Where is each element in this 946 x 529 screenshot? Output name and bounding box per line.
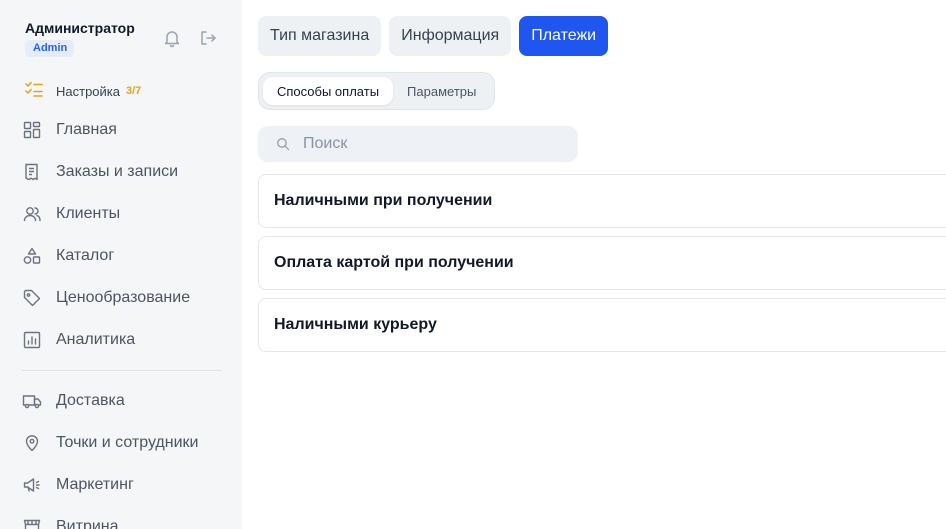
nav-item-marketing[interactable]: Маркетинг <box>22 471 134 499</box>
receipt-icon <box>25 163 38 181</box>
storefront-icon <box>23 519 41 529</box>
logout-icon[interactable] <box>198 28 218 48</box>
truck-icon <box>22 395 42 409</box>
nav-item-storefront[interactable]: Витрина <box>22 513 119 529</box>
megaphone-icon <box>23 478 40 492</box>
checklist-icon <box>24 79 44 104</box>
search-box <box>258 126 578 162</box>
sidebar-divider <box>22 370 222 371</box>
payments-subtabs: Способы оплаты Параметры <box>258 72 496 110</box>
user-block: Администратор Admin <box>25 20 135 57</box>
list-item[interactable]: Наличными при получении <box>258 174 946 228</box>
nav-item-label: Заказы и записи <box>56 163 179 180</box>
payment-methods-list: Наличными при получении Оплата картой пр… <box>258 174 946 360</box>
search-input[interactable] <box>303 135 563 153</box>
nav-item-label: Главная <box>56 121 117 138</box>
nav-item-analytics[interactable]: Аналитика <box>22 326 135 354</box>
shapes-icon <box>23 247 41 264</box>
nav-item-label: Маркетинг <box>56 476 134 493</box>
nav-item-label: Ценообразование <box>56 289 191 306</box>
nav-item-label: Доставка <box>56 392 125 409</box>
chart-icon <box>23 331 41 349</box>
nav-item-orders[interactable]: Заказы и записи <box>22 158 178 186</box>
nav-item-catalog[interactable]: Каталог <box>22 242 114 270</box>
tag-icon <box>23 289 41 307</box>
nav-item-locations-staff[interactable]: Точки и сотрудники <box>22 429 198 457</box>
search-icon <box>277 138 290 151</box>
bell-icon[interactable] <box>162 28 182 48</box>
nav-item-home[interactable]: Главная <box>22 116 117 144</box>
settings-tabs: Тип магазина Информация Платежи <box>258 16 609 56</box>
nav-item-pricing[interactable]: Ценообразование <box>22 284 190 312</box>
setup-progress-item[interactable]: Настройка 3/7 <box>24 80 141 102</box>
location-pin-icon <box>25 435 39 452</box>
grid-icon <box>23 121 41 139</box>
subtab-parameters[interactable]: Параметры <box>393 77 490 105</box>
nav-item-delivery[interactable]: Доставка <box>22 387 125 415</box>
setup-label: Настройка <box>56 83 120 99</box>
tab-information[interactable]: Информация <box>389 16 512 56</box>
nav-item-label: Аналитика <box>56 331 136 348</box>
user-name: Администратор <box>25 20 135 36</box>
main-content: Тип магазина Информация Платежи Способы … <box>242 0 946 529</box>
tab-store-type[interactable]: Тип магазина <box>258 16 382 56</box>
nav-item-label: Клиенты <box>56 205 121 222</box>
list-item[interactable]: Наличными курьеру <box>258 298 946 352</box>
nav-item-label: Витрина <box>56 518 119 529</box>
users-icon <box>23 207 41 222</box>
sidebar: Администратор Admin Настройка 3/7 Главна… <box>0 0 242 529</box>
nav-item-label: Точки и сотрудники <box>56 434 199 451</box>
list-item[interactable]: Оплата картой при получении <box>258 236 946 290</box>
nav-item-clients[interactable]: Клиенты <box>22 200 120 228</box>
setup-progress-count: 3/7 <box>126 85 142 97</box>
subtab-payment-methods[interactable]: Способы оплаты <box>263 77 394 105</box>
tab-payments[interactable]: Платежи <box>519 16 609 56</box>
nav-item-label: Каталог <box>56 247 115 264</box>
role-badge: Admin <box>25 40 75 57</box>
